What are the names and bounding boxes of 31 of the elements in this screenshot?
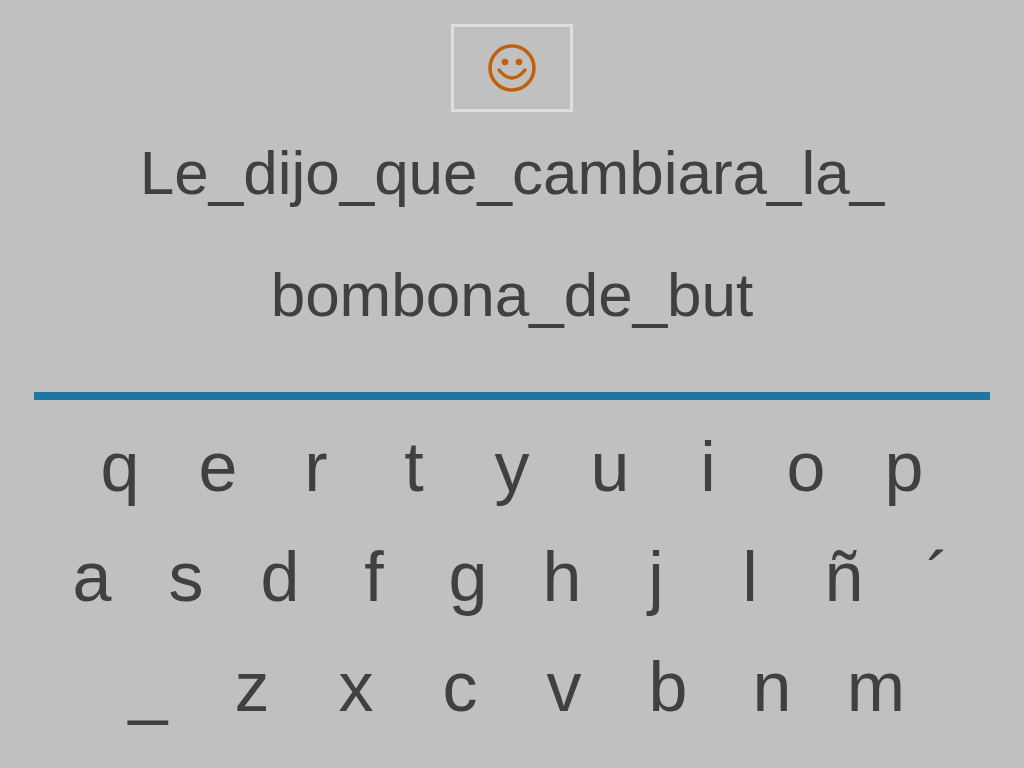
hint-button[interactable]	[451, 24, 573, 112]
letter-key[interactable]: d	[233, 532, 327, 622]
letter-key[interactable]: o	[757, 422, 855, 512]
letter-key[interactable]: t	[365, 422, 463, 512]
letter-key[interactable]: a	[45, 532, 139, 622]
letter-key[interactable]: f	[327, 532, 421, 622]
letter-key[interactable]: j	[609, 532, 703, 622]
smiley-icon	[487, 43, 537, 93]
letter-key[interactable]: ´	[891, 532, 985, 622]
letter-key[interactable]: s	[139, 532, 233, 622]
letter-key[interactable]: p	[855, 422, 953, 512]
letter-key[interactable]: b	[616, 642, 720, 732]
letter-key[interactable]: v	[512, 642, 616, 732]
letter-key[interactable]: y	[463, 422, 561, 512]
letter-key[interactable]: h	[515, 532, 609, 622]
letter-key[interactable]: z	[200, 642, 304, 732]
letter-key[interactable]: l	[703, 532, 797, 622]
letter-key[interactable]: n	[720, 642, 824, 732]
letter-key[interactable]: q	[71, 422, 169, 512]
phrase-line: bombona_de_but	[270, 259, 754, 331]
letter-key[interactable]: g	[421, 532, 515, 622]
letter-key[interactable]: i	[659, 422, 757, 512]
letter-key[interactable]: x	[304, 642, 408, 732]
letter-key[interactable]: m	[824, 642, 928, 732]
phrase-line: Le_dijo_que_cambiara_la_	[139, 137, 885, 209]
letter-key[interactable]: _	[96, 642, 200, 732]
letter-key[interactable]: c	[408, 642, 512, 732]
letter-key[interactable]: ñ	[797, 532, 891, 622]
letter-key[interactable]: e	[169, 422, 267, 512]
letter-key[interactable]: u	[561, 422, 659, 512]
letter-key[interactable]: r	[267, 422, 365, 512]
